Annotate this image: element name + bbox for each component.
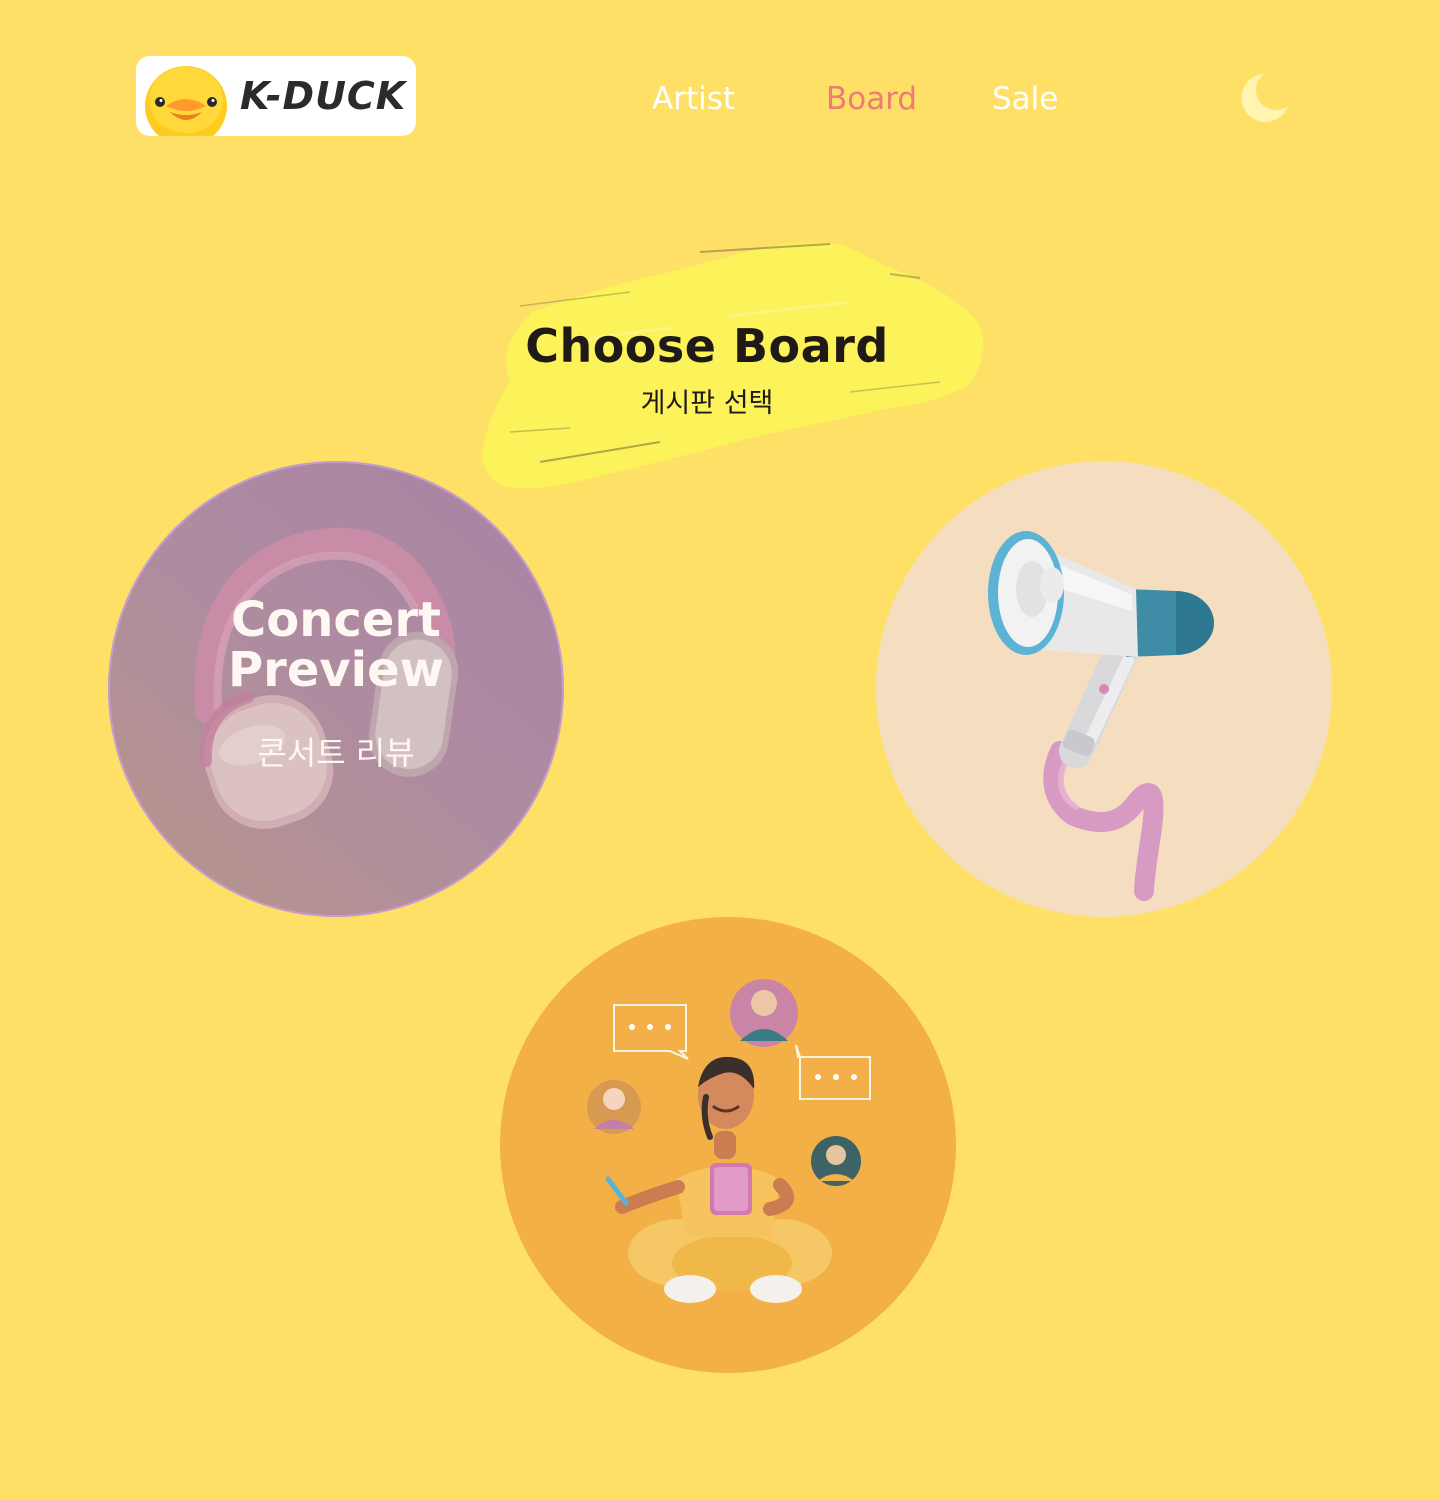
- megaphone-image: [988, 531, 1214, 901]
- chatting-person-image: [587, 979, 871, 1303]
- logo[interactable]: K-DUCK: [136, 56, 416, 136]
- duck-logo-icon: [145, 66, 227, 136]
- concert-subtitle: 콘서트 리뷰: [257, 734, 415, 772]
- board-notice[interactable]: [876, 461, 1332, 917]
- board-concert-preview[interactable]: Concert Preview 콘서트 리뷰: [108, 461, 564, 917]
- nav-artist[interactable]: Artist: [652, 78, 735, 120]
- nav-sale[interactable]: Sale: [992, 78, 1058, 120]
- nav-board[interactable]: Board: [826, 78, 917, 120]
- page-title: Choose Board: [525, 319, 889, 373]
- concert-title-line2: Preview: [227, 642, 445, 698]
- logo-text: K-DUCK: [240, 74, 407, 118]
- moon-icon[interactable]: [1234, 70, 1290, 126]
- concert-title: Concert Preview: [108, 595, 564, 695]
- page-subtitle: 게시판 선택: [640, 388, 774, 419]
- concert-title-line1: Concert: [231, 592, 441, 648]
- board-community[interactable]: [500, 917, 956, 1373]
